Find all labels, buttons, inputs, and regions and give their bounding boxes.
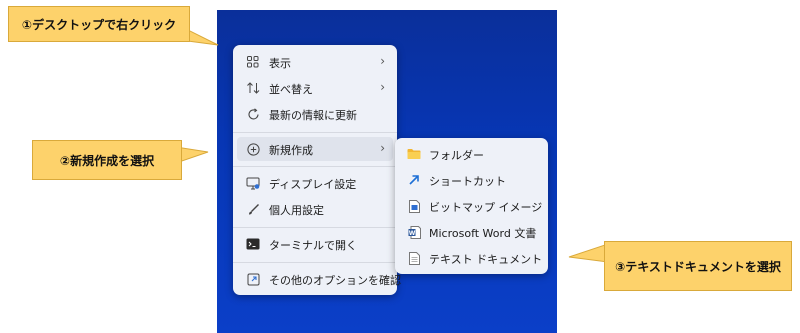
menu-divider (233, 227, 397, 228)
submenu-item-label: ビットマップ イメージ (429, 201, 543, 214)
callout-text: ①デスクトップで右クリック (21, 17, 177, 32)
refresh-icon (246, 107, 260, 121)
menu-item-view[interactable]: 表示 › (237, 50, 393, 74)
chevron-right-icon: › (380, 141, 385, 155)
callout-step3: ③テキストドキュメントを選択 (604, 241, 792, 291)
folder-icon (407, 147, 421, 161)
shortcut-icon (407, 173, 421, 187)
callout-text: ②新規作成を選択 (59, 153, 155, 168)
menu-item-label: ディスプレイ設定 (269, 178, 357, 191)
grid-icon (246, 55, 260, 69)
menu-item-open-terminal[interactable]: ターミナルで開く (237, 232, 393, 256)
submenu-item-text-document[interactable]: テキスト ドキュメント (399, 246, 544, 270)
menu-item-display-settings[interactable]: ディスプレイ設定 (237, 171, 393, 195)
submenu-item-label: ショートカット (429, 175, 506, 188)
chevron-right-icon: › (380, 80, 385, 94)
chevron-right-icon: › (380, 54, 385, 68)
menu-divider (233, 262, 397, 263)
menu-item-label: 最新の情報に更新 (269, 109, 357, 122)
menu-item-label: 並べ替え (269, 83, 313, 96)
submenu-item-word[interactable]: W Microsoft Word 文書 (399, 220, 544, 244)
callout-step1: ①デスクトップで右クリック (8, 6, 190, 42)
context-menu: 表示 › 並べ替え › 最新の情報に更新 新規作成 › ディスプレイ設定 個人用… (233, 45, 401, 295)
menu-item-personalize[interactable]: 個人用設定 (237, 197, 393, 221)
menu-divider (233, 132, 397, 133)
menu-item-label: 個人用設定 (269, 204, 324, 217)
text-document-icon (407, 251, 421, 265)
menu-item-label: その他のオプションを確認 (269, 274, 401, 287)
callout-text: ③テキストドキュメントを選択 (615, 259, 781, 274)
menu-divider (233, 166, 397, 167)
plus-circle-icon (246, 142, 260, 156)
sort-icon (246, 81, 260, 95)
menu-item-more-options[interactable]: その他のオプションを確認 (237, 267, 401, 291)
menu-item-new[interactable]: 新規作成 › (237, 137, 393, 161)
menu-item-label: 新規作成 (269, 144, 313, 157)
menu-item-refresh[interactable]: 最新の情報に更新 (237, 102, 393, 126)
menu-item-label: ターミナルで開く (269, 239, 357, 252)
callout-pointer (568, 243, 608, 263)
submenu-item-bitmap[interactable]: ビットマップ イメージ (399, 194, 544, 218)
brush-icon (246, 202, 260, 216)
submenu-item-shortcut[interactable]: ショートカット (399, 168, 544, 192)
svg-text:W: W (408, 229, 415, 236)
expand-icon (246, 272, 260, 286)
bitmap-icon (407, 199, 421, 213)
callout-step2: ②新規作成を選択 (32, 140, 182, 180)
terminal-icon (246, 237, 260, 251)
display-icon (246, 176, 260, 190)
submenu-item-label: Microsoft Word 文書 (429, 227, 537, 240)
menu-item-label: 表示 (269, 57, 291, 70)
menu-item-sort[interactable]: 並べ替え › (237, 76, 393, 100)
submenu-item-label: テキスト ドキュメント (429, 253, 543, 266)
submenu-item-label: フォルダー (429, 149, 484, 162)
new-submenu: フォルダー ショートカット ビットマップ イメージ W Microsoft Wo… (395, 138, 548, 274)
word-icon: W (407, 225, 421, 239)
submenu-item-folder[interactable]: フォルダー (399, 142, 544, 166)
